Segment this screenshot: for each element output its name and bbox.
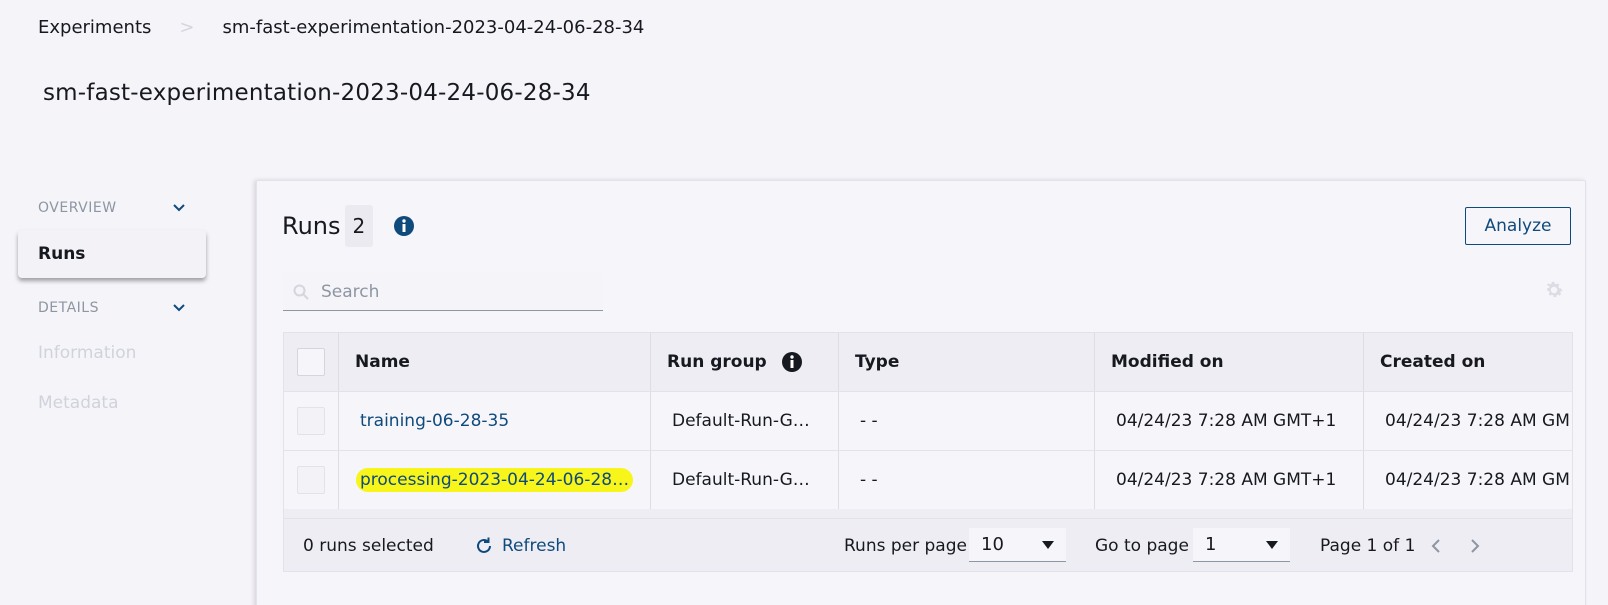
- name-cell: processing-2023-04-24-06-28…: [339, 451, 651, 509]
- refresh-icon: [477, 537, 491, 553]
- sidebar-item-runs[interactable]: Runs: [18, 230, 206, 278]
- runs-count-badge: 2: [344, 205, 374, 247]
- sidebar-section-overview[interactable]: OVERVIEW: [18, 188, 206, 228]
- type-cell: - -: [839, 451, 1095, 509]
- page-status: Page 1 of 1: [1320, 535, 1416, 556]
- run-group-value: Default-Run-G…: [672, 470, 810, 490]
- created-on-cell: 04/24/23 7:28 AM GM: [1364, 451, 1572, 509]
- table-header-row: Name Run group Type Modified on Created …: [284, 333, 1572, 391]
- created-on-value: 04/24/23 7:28 AM GM: [1385, 470, 1570, 490]
- settings-icon[interactable]: [1543, 279, 1565, 301]
- run-group-cell: Default-Run-G…: [651, 451, 839, 509]
- selected-count: 0 runs selected: [303, 535, 434, 556]
- runs-per-page-label: Runs per page: [844, 535, 967, 556]
- table-footer: 0 runs selected Refresh Runs per page 10…: [284, 518, 1572, 571]
- sidebar-section-details-label: DETAILS: [38, 300, 99, 316]
- refresh-label: Refresh: [502, 535, 567, 556]
- info-icon[interactable]: [781, 351, 803, 373]
- sidebar-item-metadata-label: Metadata: [38, 393, 119, 413]
- caret-down-icon: [1042, 540, 1054, 549]
- type-cell: - -: [839, 392, 1095, 450]
- info-icon[interactable]: [393, 215, 415, 237]
- row-checkbox[interactable]: [297, 466, 325, 494]
- sidebar-item-information[interactable]: Information: [18, 328, 206, 378]
- run-group-cell: Default-Run-G…: [651, 392, 839, 450]
- modified-on-cell: 04/24/23 7:28 AM GMT+1: [1095, 392, 1364, 450]
- search-box: [283, 273, 603, 311]
- sidebar-item-information-label: Information: [38, 343, 137, 363]
- modified-on-cell: 04/24/23 7:28 AM GMT+1: [1095, 451, 1364, 509]
- chevron-down-icon: [173, 204, 185, 212]
- page-title: sm-fast-experimentation-2023-04-24-06-28…: [43, 80, 591, 106]
- runs-per-page-select[interactable]: 10: [969, 528, 1066, 562]
- column-header-created-on[interactable]: Created on: [1364, 333, 1572, 391]
- select-all-checkbox[interactable]: [297, 348, 325, 376]
- breadcrumb: Experiments > sm-fast-experimentation-20…: [38, 17, 644, 38]
- column-header-modified-on[interactable]: Modified on: [1095, 333, 1364, 391]
- search-icon: [293, 284, 309, 300]
- type-value: - -: [860, 411, 878, 431]
- table-row: training-06-28-35 Default-Run-G… - - 04/…: [284, 391, 1572, 450]
- column-header-name-label: Name: [355, 352, 410, 372]
- row-checkbox[interactable]: [297, 407, 325, 435]
- search-input[interactable]: [321, 281, 581, 302]
- sidebar-item-metadata[interactable]: Metadata: [18, 378, 206, 428]
- row-select-cell: [284, 451, 339, 509]
- refresh-button[interactable]: Refresh: [474, 536, 566, 556]
- type-value: - -: [860, 470, 878, 490]
- runs-panel: Runs 2 Analyze Name Run group: [256, 180, 1586, 605]
- breadcrumb-current: sm-fast-experimentation-2023-04-24-06-28…: [222, 17, 645, 38]
- sidebar-item-runs-label: Runs: [38, 244, 86, 264]
- runs-table: Name Run group Type Modified on Created …: [283, 332, 1573, 572]
- runs-panel-title: Runs: [282, 212, 341, 240]
- created-on-value: 04/24/23 7:28 AM GM: [1385, 411, 1570, 431]
- runs-panel-header: Runs 2: [282, 205, 415, 247]
- chevron-down-icon: [173, 304, 185, 312]
- analyze-button[interactable]: Analyze: [1465, 207, 1571, 245]
- sidebar: OVERVIEW Runs DETAILS Information Metada…: [18, 188, 206, 428]
- column-header-modified-on-label: Modified on: [1111, 352, 1224, 372]
- sidebar-section-overview-label: OVERVIEW: [38, 200, 117, 216]
- row-select-cell: [284, 392, 339, 450]
- table-row: processing-2023-04-24-06-28… Default-Run…: [284, 450, 1572, 509]
- chevron-right-icon[interactable]: [1469, 538, 1481, 553]
- column-header-type[interactable]: Type: [839, 333, 1095, 391]
- breadcrumb-separator: >: [179, 17, 195, 38]
- chevron-left-icon[interactable]: [1430, 538, 1442, 553]
- modified-on-value: 04/24/23 7:28 AM GMT+1: [1116, 470, 1337, 490]
- breadcrumb-experiments-link[interactable]: Experiments: [38, 17, 151, 38]
- column-header-run-group[interactable]: Run group: [651, 333, 839, 391]
- go-to-page-value: 1: [1205, 534, 1217, 555]
- run-name-link[interactable]: processing-2023-04-24-06-28…: [356, 468, 634, 492]
- run-name-link[interactable]: training-06-28-35: [360, 411, 509, 431]
- runs-per-page-value: 10: [981, 534, 1004, 555]
- column-header-type-label: Type: [855, 352, 900, 372]
- created-on-cell: 04/24/23 7:28 AM GM: [1364, 392, 1572, 450]
- select-all-cell: [284, 333, 339, 391]
- caret-down-icon: [1266, 540, 1278, 549]
- column-header-created-on-label: Created on: [1380, 352, 1486, 372]
- modified-on-value: 04/24/23 7:28 AM GMT+1: [1116, 411, 1337, 431]
- name-cell: training-06-28-35: [339, 392, 651, 450]
- column-header-run-group-label: Run group: [667, 352, 767, 372]
- go-to-page-select[interactable]: 1: [1193, 528, 1290, 562]
- run-group-value: Default-Run-G…: [672, 411, 810, 431]
- sidebar-section-details[interactable]: DETAILS: [18, 288, 206, 328]
- go-to-page-label: Go to page: [1095, 535, 1189, 556]
- column-header-name[interactable]: Name: [339, 333, 651, 391]
